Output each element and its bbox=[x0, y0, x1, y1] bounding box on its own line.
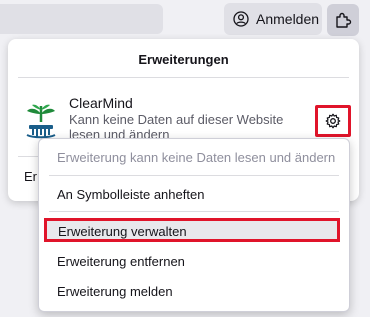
url-bar[interactable] bbox=[0, 4, 163, 34]
account-icon bbox=[233, 11, 249, 27]
menu-item-pin-to-toolbar[interactable]: An Symbolleiste anheften bbox=[57, 187, 204, 202]
manage-extensions-link[interactable]: Er bbox=[24, 169, 37, 184]
menu-item-manage-extension[interactable]: Erweiterung verwalten bbox=[44, 218, 340, 242]
gear-icon bbox=[325, 113, 341, 129]
menu-item-report-extension[interactable]: Erweiterung melden bbox=[57, 284, 173, 299]
extension-settings-button[interactable] bbox=[315, 105, 351, 137]
menu-separator bbox=[49, 175, 339, 176]
menu-separator bbox=[49, 211, 339, 212]
panel-title: Erweiterungen bbox=[138, 52, 229, 67]
extensions-button[interactable] bbox=[327, 4, 359, 36]
extension-name: ClearMind bbox=[69, 95, 133, 111]
puzzle-icon bbox=[336, 12, 352, 28]
menu-item-no-access: Erweiterung kann keine Daten lesen und ä… bbox=[57, 150, 336, 165]
menu-item-remove-extension[interactable]: Erweiterung entfernen bbox=[57, 254, 185, 269]
signin-label: Anmelden bbox=[256, 11, 320, 27]
extension-context-menu: Erweiterung kann keine Daten lesen und ä… bbox=[38, 138, 350, 312]
menu-item-label: Erweiterung verwalten bbox=[58, 224, 187, 239]
signin-button[interactable]: Anmelden bbox=[224, 3, 322, 35]
divider bbox=[18, 77, 349, 78]
clearmind-logo-icon bbox=[26, 104, 56, 139]
